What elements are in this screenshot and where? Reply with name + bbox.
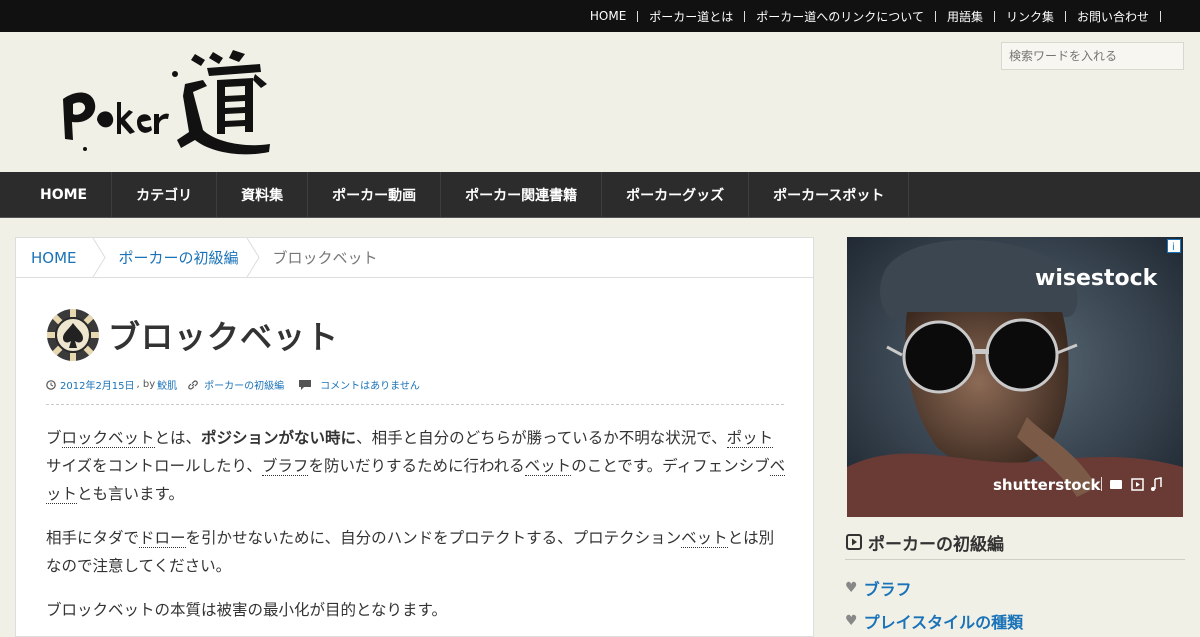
sidebar-ad[interactable]: wisestock shutterstock i — [847, 237, 1183, 517]
poker-chip-spade-icon — [47, 309, 99, 361]
top-nav-links-policy[interactable]: ポーカー道へのリンクについて — [756, 8, 924, 25]
glossary-link-bluff[interactable]: ブラフ — [261, 457, 309, 476]
svg-text:i: i — [1172, 242, 1175, 253]
top-nav-glossary[interactable]: 用語集 — [947, 8, 983, 25]
text: とは、 — [154, 429, 202, 447]
top-nav-contact[interactable]: お問い合わせ — [1077, 8, 1149, 25]
text: のことです。ディフェンシブ — [571, 457, 770, 475]
clock-icon — [46, 379, 56, 390]
article-author[interactable]: 鮫肌 — [157, 377, 177, 392]
list-item[interactable]: ♥ ブラフ — [845, 571, 1023, 604]
top-nav-home[interactable]: HOME — [590, 9, 626, 23]
emphasis-text: ポジションがない時に — [201, 429, 357, 447]
nav-divider — [993, 10, 995, 22]
nav-divider — [1160, 10, 1161, 22]
list-item[interactable]: ♥ プレイスタイルの種類 — [845, 604, 1023, 637]
article-header: ブロックベット — [46, 308, 339, 362]
nav-item-videos[interactable]: ポーカー動画 — [308, 172, 442, 217]
nav-divider — [1064, 10, 1066, 22]
breadcrumb: HOME ポーカーの初級編 ブロックベット — [16, 238, 813, 278]
heart-icon: ♥ — [845, 612, 858, 629]
ad-info-icon[interactable]: i — [1167, 239, 1181, 253]
paragraph: ブロックベットとは、ポジションがない時に、相手と自分のどちらが勝っているか不明な… — [46, 424, 786, 508]
glossary-link-bet[interactable]: ベット — [681, 529, 728, 548]
top-nav-link-collection[interactable]: リンク集 — [1006, 8, 1054, 25]
shutterstock-logo: shutterstock — [993, 476, 1101, 494]
nav-divider — [744, 10, 746, 22]
nav-item-category[interactable]: カテゴリ — [112, 172, 218, 217]
meta-divider — [46, 404, 784, 405]
text: サイズをコントロールしたり、 — [46, 457, 262, 475]
breadcrumb-category[interactable]: ポーカーの初級編 — [119, 247, 239, 268]
list-item-label: プレイスタイルの種類 — [863, 612, 1024, 632]
glossary-link-pot[interactable]: ポット — [726, 429, 774, 448]
widget-title: ポーカーの初級編 — [868, 534, 1004, 555]
text: 、相手と自分のどちらが勝っているか不明な状況で、 — [356, 429, 727, 447]
breadcrumb-separator-icon — [92, 238, 106, 277]
article-comments-link[interactable]: コメントはありません — [320, 377, 420, 392]
meta-by: , by — [136, 379, 156, 390]
nav-divider — [637, 10, 639, 22]
heart-icon: ♥ — [845, 579, 858, 596]
text: ブ — [46, 429, 62, 447]
play-square-icon — [846, 534, 862, 550]
nav-item-home[interactable]: HOME — [16, 172, 113, 217]
paragraph: 相手にタダでドローを引かせないために、自分のハンドをプロテクトする、プロテクショ… — [46, 524, 786, 580]
text: とも言います。 — [77, 485, 184, 503]
glossary-link-bet[interactable]: ベット — [524, 457, 572, 476]
article-category-link[interactable]: ポーカーの初級編 — [204, 377, 284, 392]
site-logo[interactable] — [55, 44, 275, 162]
link-icon — [188, 379, 199, 390]
breadcrumb-home[interactable]: HOME — [31, 249, 77, 267]
article-meta: 2012年2月15日 , by 鮫肌 ポーカーの初級編 コメントはありません — [46, 377, 420, 392]
glossary-link-draw[interactable]: ドロー — [139, 529, 186, 548]
list-item-label: ブラフ — [863, 579, 912, 599]
nav-item-materials[interactable]: 資料集 — [217, 172, 309, 217]
breadcrumb-separator-icon — [246, 238, 260, 277]
article-container: HOME ポーカーの初級編 ブロックベット ブロックベット 2012年2月15日… — [15, 237, 814, 637]
article-body: ブロックベットとは、ポジションがない時に、相手と自分のどちらが勝っているか不明な… — [46, 424, 786, 636]
text: を引かせないために、自分のハンドをプロテクトする、プロテクション — [185, 529, 682, 547]
glossary-link-block-bet[interactable]: ロックベット — [61, 429, 155, 448]
site-header — [0, 32, 1200, 172]
widget-header: ポーカーの初級編 — [845, 525, 1185, 560]
nav-item-books[interactable]: ポーカー関連書籍 — [441, 172, 603, 217]
search-input[interactable] — [1001, 42, 1184, 70]
main-nav: HOME カテゴリ 資料集 ポーカー動画 ポーカー関連書籍 ポーカーグッズ ポー… — [0, 172, 1200, 218]
wisestock-logo: wisestock — [1035, 266, 1159, 291]
text: を防いだりするために行われる — [308, 457, 525, 475]
top-nav: HOME ポーカー道とは ポーカー道へのリンクについて 用語集 リンク集 お問い… — [590, 0, 1172, 32]
text: 相手にタダで — [46, 529, 140, 547]
article-title: ブロックベット — [108, 318, 340, 356]
article-date[interactable]: 2012年2月15日 — [60, 377, 135, 392]
widget-list: ♥ ブラフ ♥ プレイスタイルの種類 — [845, 571, 1023, 637]
ad-image[interactable]: wisestock shutterstock — [847, 237, 1183, 517]
paragraph: ブロックベットの本質は被害の最小化が目的となります。 — [46, 601, 447, 619]
nav-divider — [934, 10, 936, 22]
breadcrumb-current: ブロックベット — [272, 249, 378, 267]
svg-text:wisestock: wisestock — [1035, 266, 1159, 291]
top-nav-about[interactable]: ポーカー道とは — [649, 8, 733, 25]
top-bar: HOME ポーカー道とは ポーカー道へのリンクについて 用語集 リンク集 お問い… — [0, 0, 1200, 32]
comment-icon — [299, 379, 312, 390]
nav-item-goods[interactable]: ポーカーグッズ — [602, 172, 750, 217]
nav-item-spots[interactable]: ポーカースポット — [749, 172, 910, 217]
